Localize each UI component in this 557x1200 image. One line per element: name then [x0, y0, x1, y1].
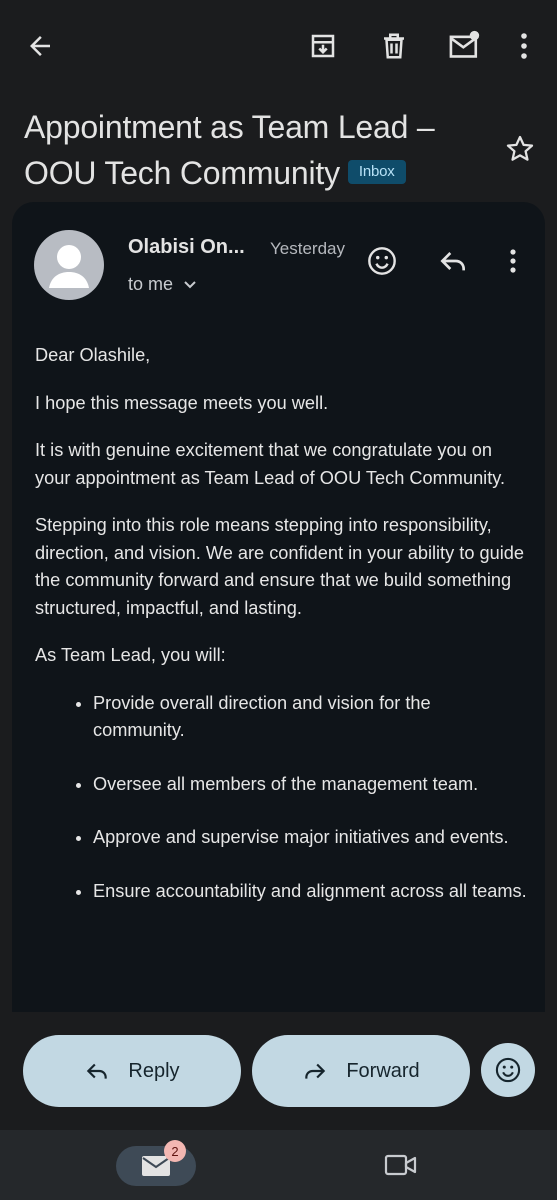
nav-meet-tab[interactable]: [384, 1152, 418, 1183]
reply-button[interactable]: Reply: [23, 1035, 241, 1107]
reply-icon[interactable]: [436, 244, 470, 278]
message-more-icon[interactable]: [504, 246, 522, 276]
reply-label: Reply: [128, 1059, 180, 1082]
action-bar: Reply Forward: [0, 1034, 557, 1108]
forward-button[interactable]: Forward: [252, 1035, 470, 1107]
forward-label: Forward: [346, 1059, 420, 1082]
reply-icon: [87, 1063, 108, 1079]
body-paragraph: It is with genuine excitement that we co…: [35, 440, 506, 488]
bottom-navigation: 2: [0, 1130, 557, 1200]
list-item: Provide overall direction and vision for…: [93, 690, 527, 745]
emoji-icon: [495, 1057, 521, 1083]
back-arrow-icon[interactable]: [22, 28, 58, 64]
more-vert-icon[interactable]: [510, 28, 538, 64]
message-date: Yesterday: [270, 239, 345, 258]
recipient-text: to me: [128, 274, 174, 294]
mail-count-badge: 2: [164, 1140, 186, 1162]
delete-icon[interactable]: [376, 28, 412, 64]
body-paragraph: I hope this message meets you well.: [35, 392, 329, 413]
sender-name[interactable]: Olabisi On...: [128, 236, 245, 259]
archive-icon[interactable]: [305, 28, 341, 64]
top-app-bar: [0, 0, 557, 92]
body-paragraph: Stepping into this role means stepping i…: [35, 515, 524, 618]
email-subject: Appointment as Team Lead – OOU Tech Comm…: [24, 104, 494, 196]
greeting: Dear Olashile,: [35, 345, 151, 365]
message-card: Olabisi On... Yesterday to me Dear Olash…: [12, 202, 545, 1012]
video-camera-icon: [384, 1154, 417, 1176]
recipient-toggle[interactable]: to me: [128, 274, 197, 295]
react-button[interactable]: [481, 1043, 535, 1097]
list-item: Oversee all members of the management te…: [93, 771, 527, 799]
sender-avatar[interactable]: [34, 230, 104, 300]
subject-area: Appointment as Team Lead – OOU Tech Comm…: [24, 104, 494, 196]
responsibilities-list: Provide overall direction and vision for…: [35, 690, 527, 906]
list-item: Approve and supervise major initiatives …: [93, 824, 527, 852]
message-body: Dear Olashile, I hope this message meets…: [35, 342, 527, 931]
forward-icon: [305, 1063, 326, 1079]
chevron-down-icon: [184, 280, 196, 288]
mark-unread-icon[interactable]: [444, 26, 484, 66]
star-icon[interactable]: [504, 133, 536, 165]
inbox-label-badge[interactable]: Inbox: [347, 159, 406, 184]
list-item: Ensure accountability and alignment acro…: [93, 878, 527, 906]
add-reaction-icon[interactable]: [365, 244, 399, 278]
body-paragraph: As Team Lead, you will:: [35, 645, 226, 665]
